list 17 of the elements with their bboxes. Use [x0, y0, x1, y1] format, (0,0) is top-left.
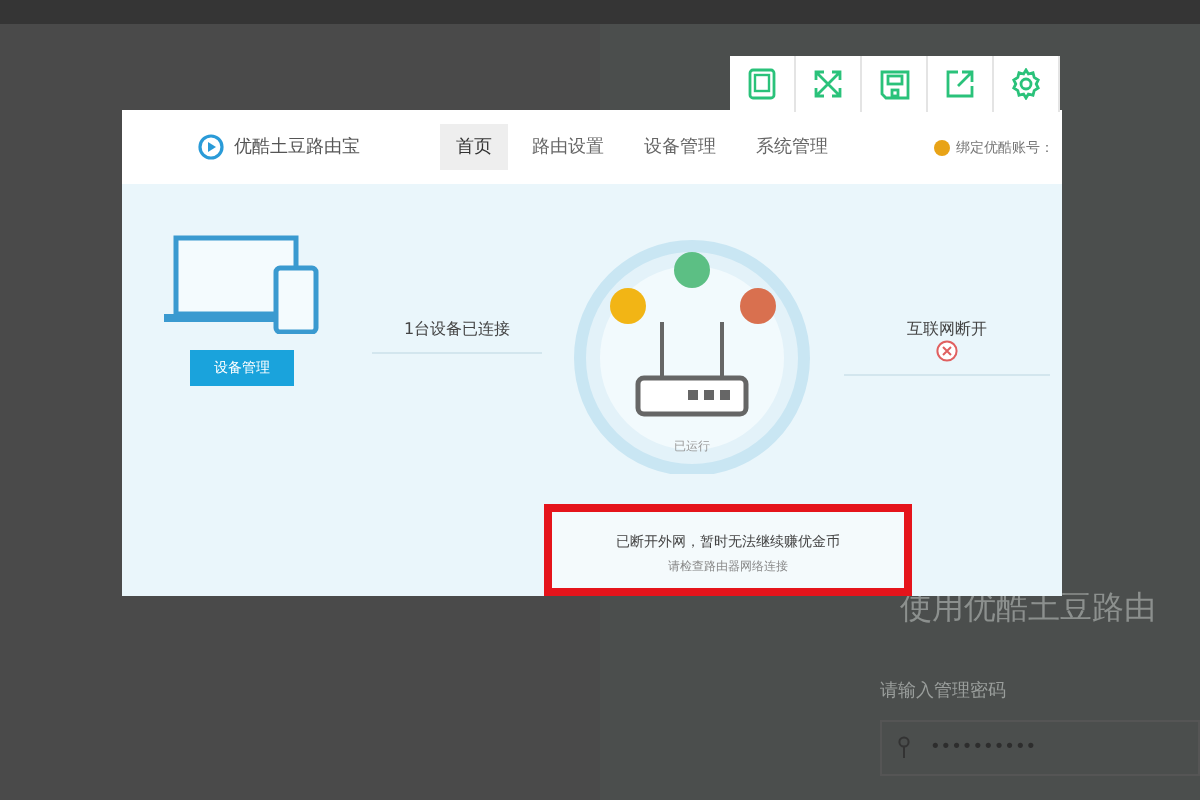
- brand-name: 优酷土豆路由宝: [234, 135, 360, 160]
- coin-icon: [934, 139, 950, 155]
- nav-tab[interactable]: 首页: [440, 124, 508, 170]
- key-icon: [898, 736, 910, 760]
- play-logo-icon: [198, 134, 224, 160]
- devices-connected-label: 1台设备已连接: [403, 318, 511, 340]
- settings-icon: [1010, 68, 1042, 100]
- share-icon: [944, 68, 976, 100]
- nav-tab[interactable]: 系统管理: [740, 124, 844, 170]
- internet-status-label: 互联网断开: [907, 318, 987, 340]
- password-label: 请输入管理密码: [880, 679, 1008, 704]
- nav-tab[interactable]: 路由设置: [516, 124, 620, 170]
- nav-tab[interactable]: 设备管理: [628, 124, 732, 170]
- laptop-phone-icon: [164, 234, 320, 334]
- save-icon: [879, 69, 909, 99]
- expand-icon: [812, 68, 844, 100]
- tablet-icon: [748, 68, 776, 100]
